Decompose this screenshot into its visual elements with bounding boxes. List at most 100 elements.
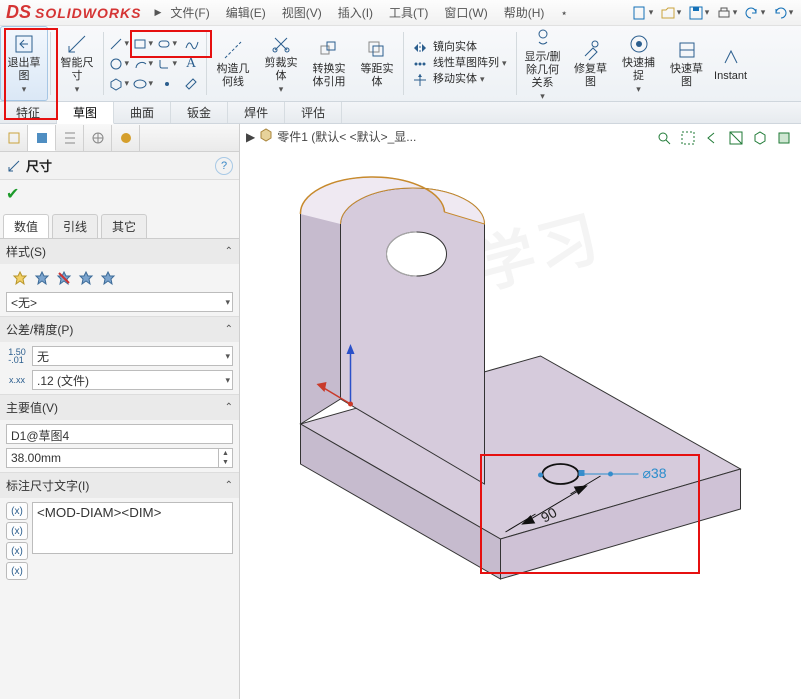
ribbon: 退出草 图 ▾ 智能尺 寸 ▾ ▾ ▾ ▾ ▾ ▾ ▾ A ▾ ▾ 构造 xyxy=(0,26,801,102)
configuration-tab[interactable] xyxy=(56,125,84,151)
tab-features[interactable]: 特征 xyxy=(0,102,57,123)
text-pos-1[interactable]: (x) xyxy=(6,502,28,520)
fav-add[interactable] xyxy=(10,268,30,288)
convert-icon xyxy=(317,38,341,62)
menu-file[interactable]: 文件(F) xyxy=(162,4,217,21)
tab-weldment[interactable]: 焊件 xyxy=(228,102,285,123)
print-button[interactable]: ▾ xyxy=(713,2,741,24)
menu-window[interactable]: 窗口(W) xyxy=(436,4,495,21)
quick-access-toolbar: ▾ ▾ ▾ ▾ ▾ ▾ xyxy=(629,2,801,24)
subtab-other[interactable]: 其它 xyxy=(101,214,147,238)
save-button[interactable]: ▾ xyxy=(685,2,713,24)
fav-load[interactable] xyxy=(76,268,96,288)
instant2d-button[interactable]: Instant xyxy=(711,26,751,101)
zoom-area-icon[interactable] xyxy=(677,128,699,148)
dimension-value-field[interactable]: 38.00mm ▲▼ xyxy=(6,448,233,468)
model-graphic: ⌀38 90 xyxy=(240,124,801,699)
show-delete-relations-button[interactable]: 显示/删 除几何 关系 ▾ xyxy=(519,26,567,101)
mirror-entities-button[interactable]: 镜向实体 xyxy=(412,40,477,56)
tab-evaluate[interactable]: 评估 xyxy=(285,102,342,123)
dropdown-icon: ▾ xyxy=(278,84,285,95)
dimension-text-header[interactable]: 标注尺寸文字(I)⌃ xyxy=(0,473,239,498)
fav-del[interactable] xyxy=(32,268,52,288)
trim-button[interactable]: 剪裁实 体 ▾ xyxy=(257,26,305,101)
feature-manager-tab[interactable] xyxy=(0,125,28,151)
fillet-tool[interactable]: ▾ xyxy=(156,54,178,74)
dimension-name-field[interactable]: D1@草图4 xyxy=(6,424,233,444)
fav-save[interactable] xyxy=(98,268,118,288)
subtab-value[interactable]: 数值 xyxy=(3,214,49,238)
spin-up[interactable]: ▲ xyxy=(218,449,232,458)
precision-icon: x.xx xyxy=(6,375,28,385)
view-orientation-icon[interactable] xyxy=(749,128,771,148)
plane-tool[interactable] xyxy=(180,74,202,94)
undo-button[interactable]: ▾ xyxy=(741,2,769,24)
menu-insert[interactable]: 插入(I) xyxy=(330,4,381,21)
linear-pattern-button[interactable]: 线性草图阵列▾ xyxy=(412,56,508,72)
part-name[interactable]: 零件1 (默认< <默认>_显... xyxy=(277,128,416,145)
circle-tool[interactable]: ▾ xyxy=(108,54,130,74)
text-position-icons: (x) (x) (x) (x) xyxy=(6,502,28,580)
text-tool[interactable]: A xyxy=(180,54,202,74)
text-pos-3[interactable]: (x) xyxy=(6,542,28,560)
section-view-icon[interactable] xyxy=(725,128,747,148)
graphics-viewport[interactable]: ▶ 零件1 (默认< <默认>_显... SW学习网 xyxy=(240,124,801,699)
dimxpert-tab[interactable] xyxy=(84,125,112,151)
previous-view-icon[interactable] xyxy=(701,128,723,148)
point-tool[interactable] xyxy=(156,74,178,94)
spline-tool[interactable] xyxy=(180,34,202,54)
style-header[interactable]: 样式(S)⌃ xyxy=(0,239,239,264)
move-entities-button[interactable]: 移动实体▾ xyxy=(412,72,486,88)
convert-entities-button[interactable]: 转换实 体引用 xyxy=(305,26,353,101)
ellipse-tool[interactable]: ▾ xyxy=(132,74,154,94)
redo-button[interactable]: ▾ xyxy=(769,2,797,24)
open-button[interactable]: ▾ xyxy=(657,2,685,24)
line-tool[interactable]: ▾ xyxy=(108,34,130,54)
display-style-icon[interactable] xyxy=(773,128,795,148)
quick-snap-button[interactable]: 快速捕 捉 ▾ xyxy=(615,26,663,101)
menu-view[interactable]: 视图(V) xyxy=(274,4,330,21)
tolerance-select[interactable]: 无▾ xyxy=(32,346,233,366)
property-manager-tab[interactable] xyxy=(28,125,56,151)
tab-sketch[interactable]: 草图 xyxy=(57,102,114,124)
construction-geometry-button[interactable]: 构造几 何线 xyxy=(209,26,257,101)
construction-icon xyxy=(221,38,245,62)
fav-update[interactable] xyxy=(54,268,74,288)
rapid-sketch-button[interactable]: 快速草 图 xyxy=(663,26,711,101)
slot-tool[interactable]: ▾ xyxy=(156,34,178,54)
subtab-leaders[interactable]: 引线 xyxy=(52,214,98,238)
exit-sketch-icon xyxy=(12,32,36,56)
display-tab[interactable] xyxy=(112,125,140,151)
menu-star[interactable]: ⋆ xyxy=(552,6,576,20)
precision-select[interactable]: .12 (文件)▾ xyxy=(32,370,233,390)
zoom-fit-icon[interactable] xyxy=(653,128,675,148)
tab-surface[interactable]: 曲面 xyxy=(114,102,171,123)
text-pos-2[interactable]: (x) xyxy=(6,522,28,540)
arc-tool[interactable]: ▾ xyxy=(132,54,154,74)
exit-sketch-button[interactable]: 退出草 图 ▾ xyxy=(0,26,48,101)
tolerance-header[interactable]: 公差/精度(P)⌃ xyxy=(0,317,239,342)
tab-sheetmetal[interactable]: 钣金 xyxy=(171,102,228,123)
breadcrumb-arrow-icon[interactable]: ▶ xyxy=(246,130,255,144)
dimension-text-field[interactable]: <MOD-DIAM><DIM> xyxy=(32,502,233,554)
text-pos-4[interactable]: (x) xyxy=(6,562,28,580)
offset-entities-button[interactable]: 等距实 体 xyxy=(353,26,401,101)
repair-icon xyxy=(579,38,603,62)
help-icon[interactable]: ? xyxy=(215,157,233,175)
smart-dimension-button[interactable]: 智能尺 寸 ▾ xyxy=(53,26,101,101)
relations-icon xyxy=(531,26,555,50)
style-select[interactable]: <无>▾ xyxy=(6,292,233,312)
ok-button[interactable]: ✔ xyxy=(0,180,239,208)
spin-down[interactable]: ▼ xyxy=(218,458,232,467)
menu-tools[interactable]: 工具(T) xyxy=(381,4,436,21)
polygon-tool[interactable]: ▾ xyxy=(108,74,130,94)
sketch-tools-group: ▾ ▾ ▾ ▾ ▾ ▾ A ▾ ▾ xyxy=(106,26,204,101)
diameter-dim[interactable]: ⌀38 xyxy=(643,465,667,481)
primary-value-header[interactable]: 主要值(V)⌃ xyxy=(0,395,239,420)
repair-sketch-button[interactable]: 修复草 图 xyxy=(567,26,615,101)
menu-edit[interactable]: 编辑(E) xyxy=(218,4,274,21)
menu-help[interactable]: 帮助(H) xyxy=(496,4,553,21)
menu-arrow-icon[interactable]: ▶ xyxy=(153,7,162,18)
rectangle-tool[interactable]: ▾ xyxy=(132,34,154,54)
new-button[interactable]: ▾ xyxy=(629,2,657,24)
